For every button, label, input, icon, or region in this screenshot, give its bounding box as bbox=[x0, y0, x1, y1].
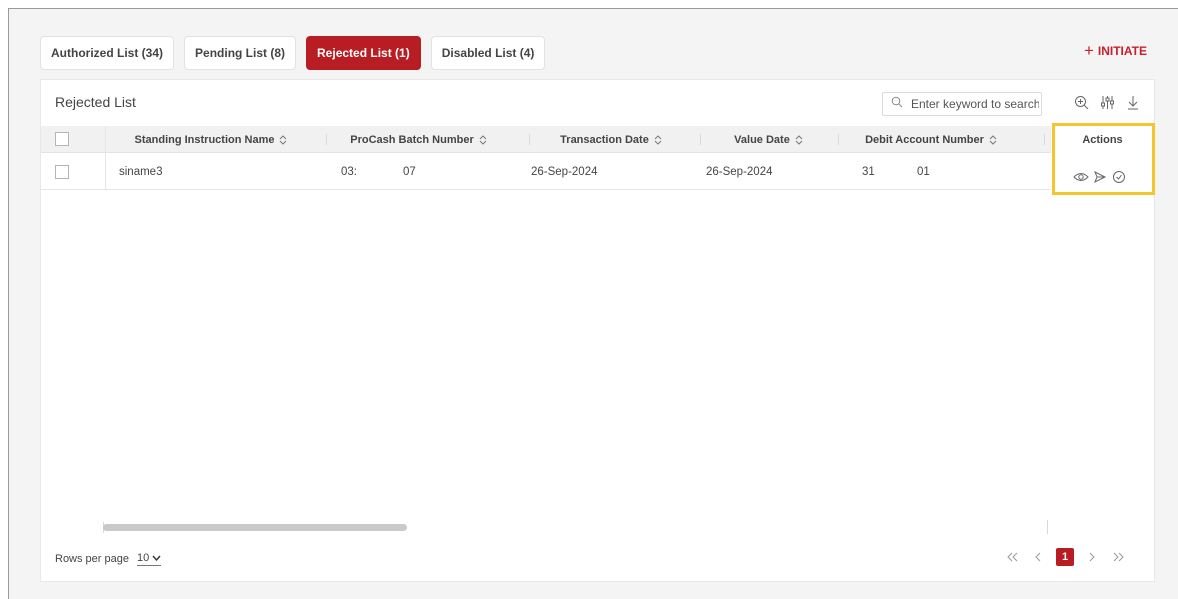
search-icon bbox=[891, 95, 903, 113]
tab-disabled-list[interactable]: Disabled List (4) bbox=[430, 36, 546, 70]
sort-icon bbox=[989, 134, 997, 145]
rows-per-page-value: 10 bbox=[137, 552, 150, 564]
column-divider bbox=[529, 134, 530, 145]
col-label: Actions bbox=[1082, 133, 1123, 146]
rows-per-page: Rows per page 10 bbox=[55, 552, 162, 566]
initiate-label: INITIATE bbox=[1097, 44, 1147, 58]
next-page-icon[interactable] bbox=[1084, 548, 1100, 566]
sort-icon bbox=[654, 134, 662, 145]
select-all-checkbox[interactable] bbox=[55, 132, 69, 146]
search-box bbox=[882, 92, 1042, 116]
col-label: Transaction Date bbox=[560, 133, 649, 146]
row-checkbox[interactable] bbox=[55, 165, 69, 179]
sort-icon bbox=[479, 134, 487, 145]
col-debit-account-number[interactable]: Debit Account Number bbox=[851, 126, 1011, 153]
download-icon[interactable] bbox=[1125, 94, 1141, 110]
tab-pending-list[interactable]: Pending List (8) bbox=[184, 36, 297, 70]
rows-per-page-select[interactable]: 10 bbox=[137, 552, 162, 566]
actions-column: Actions bbox=[1051, 126, 1154, 190]
sort-icon bbox=[280, 134, 287, 145]
column-divider bbox=[1044, 134, 1045, 145]
scroll-track-end bbox=[1047, 520, 1048, 534]
table-header: Standing Instruction Name ProCash Batch … bbox=[41, 126, 1154, 153]
column-divider bbox=[838, 134, 839, 145]
row-actions bbox=[1073, 162, 1127, 192]
list-tabs: Authorized List (34) Pending List (8) Re… bbox=[40, 36, 546, 70]
col-label: Debit Account Number bbox=[865, 133, 984, 146]
check-circle-icon[interactable] bbox=[1111, 169, 1127, 185]
plus-icon: + bbox=[1083, 41, 1094, 60]
horizontal-scrollbar[interactable] bbox=[103, 524, 407, 531]
col-actions: Actions bbox=[1051, 126, 1154, 153]
last-page-icon[interactable] bbox=[1110, 548, 1126, 566]
tab-rejected-list[interactable]: Rejected List (1) bbox=[306, 36, 421, 70]
table-tools bbox=[1073, 94, 1141, 110]
filter-sliders-icon[interactable] bbox=[1099, 94, 1115, 110]
chevron-down-icon bbox=[152, 555, 161, 561]
cell-transaction-date: 26-Sep-2024 bbox=[531, 166, 598, 178]
first-page-icon[interactable] bbox=[1004, 548, 1020, 566]
cell-debit-account-end: 01 bbox=[917, 166, 930, 178]
col-label: Value Date bbox=[734, 133, 790, 146]
column-divider bbox=[700, 134, 701, 145]
initiate-button[interactable]: + INITIATE bbox=[1083, 41, 1147, 60]
sort-icon bbox=[795, 134, 803, 145]
send-icon[interactable] bbox=[1092, 169, 1108, 185]
col-label: Standing Instruction Name bbox=[134, 133, 275, 146]
cell-batch-number-start: 03: bbox=[341, 166, 357, 178]
search-input[interactable] bbox=[911, 97, 1039, 111]
cell-batch-number-end: 07 bbox=[403, 166, 416, 178]
cell-debit-account-start: 31 bbox=[862, 166, 875, 178]
col-label: ProCash Batch Number bbox=[350, 133, 474, 146]
eye-icon[interactable] bbox=[1073, 169, 1089, 185]
col-transaction-date[interactable]: Transaction Date bbox=[541, 126, 681, 153]
pagination: 1 bbox=[1004, 548, 1126, 566]
current-page[interactable]: 1 bbox=[1056, 548, 1074, 566]
cell-value-date: 26-Sep-2024 bbox=[706, 166, 773, 178]
rejected-list-card: Rejected List Standing Instruction Name … bbox=[40, 79, 1155, 582]
col-value-date[interactable]: Value Date bbox=[711, 126, 826, 153]
table-row[interactable]: siname3 03: 07 26-Sep-2024 26-Sep-2024 3… bbox=[41, 154, 1154, 190]
tab-authorized-list[interactable]: Authorized List (34) bbox=[40, 36, 175, 70]
cell-si-name: siname3 bbox=[119, 166, 163, 178]
zoom-in-icon[interactable] bbox=[1073, 94, 1089, 110]
col-standing-instruction-name[interactable]: Standing Instruction Name bbox=[121, 126, 301, 153]
rows-per-page-label: Rows per page bbox=[55, 553, 129, 565]
previous-page-icon[interactable] bbox=[1030, 548, 1046, 566]
column-divider bbox=[326, 134, 327, 145]
list-title: Rejected List bbox=[55, 94, 136, 110]
col-procash-batch-number[interactable]: ProCash Batch Number bbox=[341, 126, 496, 153]
